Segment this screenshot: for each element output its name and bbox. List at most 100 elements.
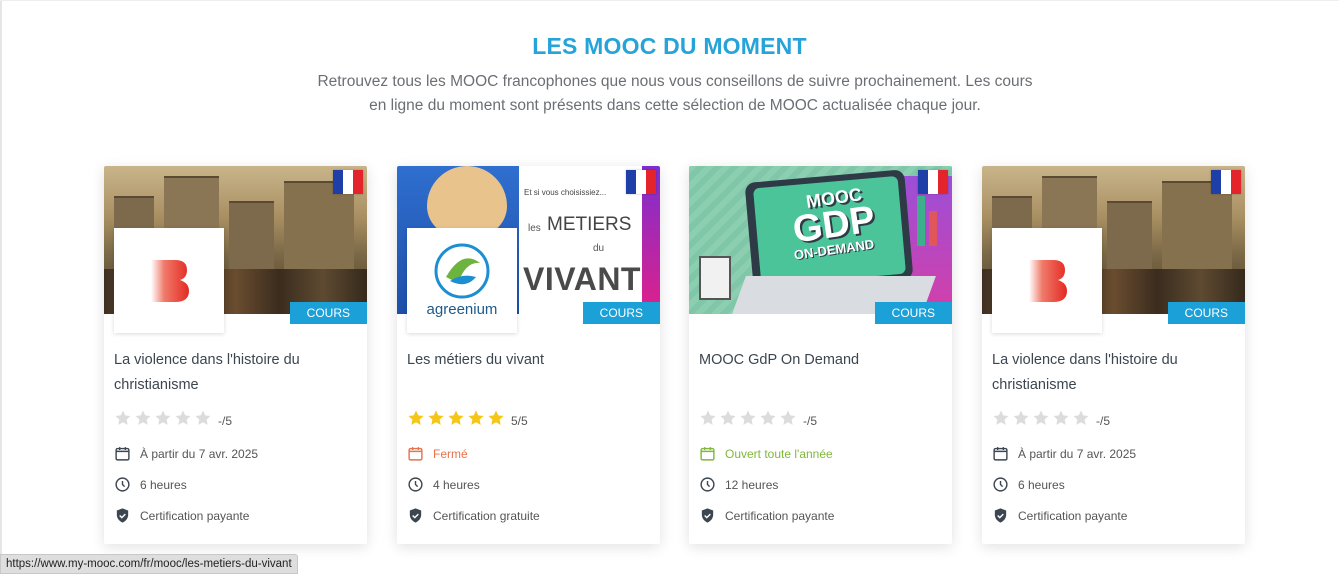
clock-icon	[408, 477, 423, 492]
b-logo-icon	[151, 259, 189, 302]
provider-logo[interactable]	[992, 228, 1102, 333]
course-type-badge: COURS	[582, 302, 660, 324]
star-empty-icon	[155, 410, 171, 425]
start-date-text: À partir du 7 avr. 2025	[1018, 446, 1137, 461]
stars	[992, 409, 1092, 432]
start-date: Ouvert toute l'année	[699, 445, 833, 462]
course-card[interactable]: MOOC GDP ON-DEMAND COURS MOOC GdP On Dem…	[689, 166, 952, 544]
certification-text: Certification payante	[140, 508, 250, 523]
duration: 4 heures	[407, 476, 480, 493]
star-empty-icon	[175, 410, 191, 425]
star-empty-icon	[1033, 410, 1049, 425]
course-title-line-1: Les métiers du vivant	[407, 352, 545, 368]
section-title: LES MOOC DU MOMENT	[532, 33, 807, 59]
certification: Certification payante	[992, 507, 1127, 524]
course-type-badge: COURS	[289, 302, 367, 324]
star-filled-icon	[468, 410, 484, 425]
start-date-text: À partir du 7 avr. 2025	[140, 446, 259, 461]
french-flag-icon	[626, 170, 656, 194]
duration-text: 12 heures	[725, 477, 779, 492]
calendar-icon	[408, 447, 423, 461]
clock-icon	[700, 477, 715, 492]
rating-value: -/5	[218, 413, 233, 428]
certification-text: Certification payante	[1018, 508, 1128, 523]
subtitle-line-1: Retrouvez tous les MOOC francophones que…	[317, 73, 1033, 90]
calendar-icon	[115, 447, 130, 461]
provider-logo[interactable]: agreenium	[407, 228, 517, 333]
course-title[interactable]: La violence dans l'histoire du christian…	[992, 348, 1232, 398]
b-logo-icon	[1029, 259, 1067, 302]
rating: 5/5	[407, 409, 528, 432]
clock-icon	[115, 477, 130, 492]
window-edge-top	[0, 0, 1339, 1]
course-card[interactable]: COURS La violence dans l'histoire du chr…	[104, 166, 367, 544]
image-text: METIERS	[547, 214, 632, 235]
certification-text: Certification payante	[725, 508, 835, 523]
duration: 6 heures	[114, 476, 187, 493]
star-empty-icon	[740, 410, 756, 425]
star-empty-icon	[993, 410, 1009, 425]
course-title[interactable]: La violence dans l'histoire du christian…	[114, 348, 354, 398]
stars	[114, 409, 214, 432]
course-type-badge: COURS	[1167, 302, 1245, 324]
logo-text: agreenium	[426, 301, 498, 318]
course-type-badge: COURS	[874, 302, 952, 324]
star-empty-icon	[780, 410, 796, 425]
certification: Certification gratuite	[407, 507, 540, 524]
start-date: À partir du 7 avr. 2025	[992, 445, 1136, 462]
rating: -/5	[114, 409, 232, 432]
certification: Certification payante	[699, 507, 834, 524]
calendar-icon	[700, 447, 715, 461]
shield-check-icon	[994, 508, 1007, 523]
start-date-text: Fermé	[433, 446, 468, 461]
window-edge	[0, 0, 2, 572]
star-empty-icon	[1053, 410, 1069, 425]
course-title-line-1: La violence dans l'histoire du	[992, 352, 1178, 368]
image-text: du	[593, 243, 605, 254]
star-empty-icon	[135, 410, 151, 425]
shield-check-icon	[701, 508, 714, 523]
french-flag-icon	[333, 170, 363, 194]
rating: -/5	[699, 409, 817, 432]
course-card[interactable]: Et si vous choisissiez... les METIERS du…	[397, 166, 660, 544]
start-date-text: Ouvert toute l'année	[725, 446, 833, 461]
star-empty-icon	[195, 410, 211, 425]
duration-text: 4 heures	[433, 477, 480, 492]
course-title-line-2: christianisme	[114, 377, 199, 393]
image-text: les	[528, 223, 541, 234]
star-filled-icon	[488, 410, 504, 425]
rating-value: -/5	[1096, 413, 1111, 428]
agreenium-logo-icon	[434, 243, 490, 299]
course-title[interactable]: Les métiers du vivant	[407, 348, 647, 373]
calendar-icon	[993, 447, 1008, 461]
duration-text: 6 heures	[140, 477, 187, 492]
star-empty-icon	[700, 410, 716, 425]
image-text: Et si vous choisissiez...	[524, 188, 607, 197]
duration: 6 heures	[992, 476, 1065, 493]
subtitle-line-2: en ligne du moment sont présents dans ce…	[369, 97, 981, 114]
star-empty-icon	[1073, 410, 1089, 425]
certification-text: Certification gratuite	[433, 508, 540, 523]
start-date: À partir du 7 avr. 2025	[114, 445, 258, 462]
section-subtitle: Retrouvez tous les MOOC francophones que…	[290, 70, 1060, 118]
star-filled-icon	[408, 410, 424, 425]
course-card[interactable]: COURS La violence dans l'histoire du chr…	[982, 166, 1245, 544]
certification: Certification payante	[114, 507, 249, 524]
star-filled-icon	[448, 410, 464, 425]
course-title[interactable]: MOOC GdP On Demand	[699, 348, 939, 373]
french-flag-icon	[918, 170, 948, 194]
stars	[407, 409, 507, 432]
status-bar-url: https://www.my-mooc.com/fr/mooc/les-meti…	[0, 554, 298, 574]
rating: -/5	[992, 409, 1110, 432]
star-empty-icon	[760, 410, 776, 425]
duration-text: 6 heures	[1018, 477, 1065, 492]
start-date: Fermé	[407, 445, 468, 462]
course-image[interactable]: MOOC GDP ON-DEMAND	[689, 166, 952, 314]
star-empty-icon	[720, 410, 736, 425]
rating-value: -/5	[803, 413, 818, 428]
star-empty-icon	[1013, 410, 1029, 425]
french-flag-icon	[1211, 170, 1241, 194]
course-title-line-1: MOOC GdP On Demand	[699, 352, 860, 368]
shield-check-icon	[409, 508, 422, 523]
provider-logo[interactable]	[114, 228, 224, 333]
